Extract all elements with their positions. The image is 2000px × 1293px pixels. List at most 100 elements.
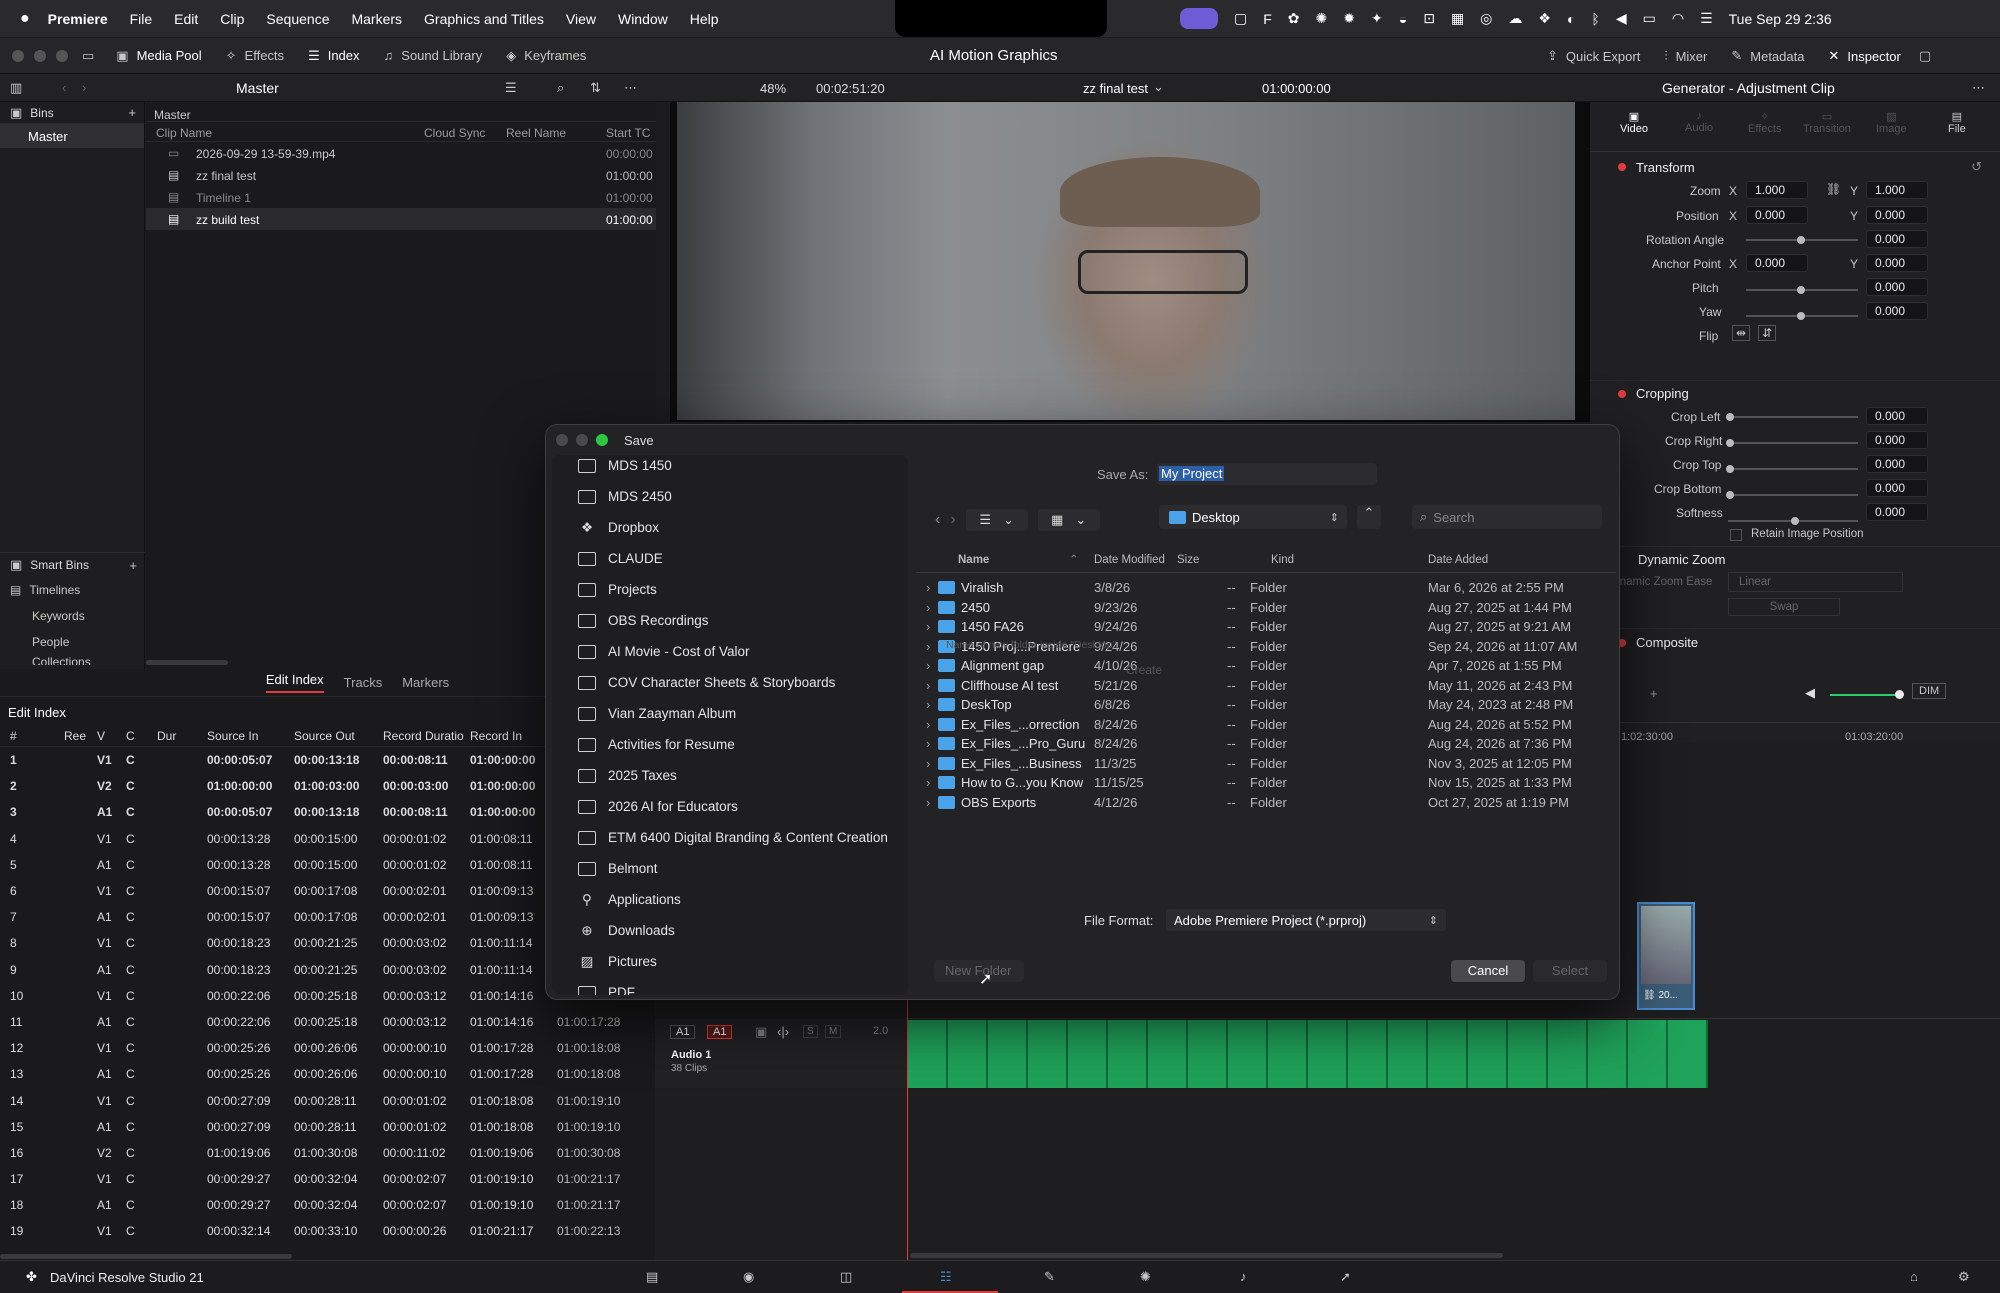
clip-row-selected[interactable]: ▤ zz build test 01:00:00	[146, 208, 656, 230]
bin-master[interactable]: Master	[0, 124, 144, 148]
crop-top-slider[interactable]	[1726, 465, 1858, 473]
page-timeline-active[interactable]: ☷	[902, 1261, 998, 1293]
file-row[interactable]: › Ex_Files_...Business 11/3/25 -- Folder Nov …	[916, 754, 1616, 774]
edit-index-scrollbar[interactable]	[0, 1254, 292, 1259]
edit-index-row[interactable]: 15 A1 C 00:00:27:09 00:00:28:11 00:00:01:02 01…	[0, 1114, 655, 1140]
crop-left-knob[interactable]	[1726, 413, 1734, 421]
col-start-tc[interactable]: Start TC	[606, 126, 650, 140]
file-row[interactable]: › OBS Exports 4/12/26 -- Folder Oct 27, 2025 …	[916, 793, 1616, 813]
sidebar-item[interactable]: AI Movie - Cost of Valor	[552, 636, 908, 667]
menubar-clock[interactable]: Tue Sep 29 2:36	[1729, 11, 1832, 27]
menu-file[interactable]: File	[130, 11, 153, 27]
video-clip-thumb[interactable]: ⛓ 20...	[1637, 902, 1695, 1010]
crop-bottom-knob[interactable]	[1726, 491, 1734, 499]
menubar-extra-icon-2[interactable]: F	[1263, 11, 1272, 27]
toolbar-expand-icon[interactable]: ▢	[1919, 48, 1931, 64]
menubar-extra-icon-12[interactable]: ◐	[1567, 11, 1575, 27]
location-popup[interactable]: Desktop ⇕	[1159, 505, 1347, 529]
crop-right-knob[interactable]	[1726, 439, 1734, 447]
col-cloud-sync[interactable]: Cloud Sync	[424, 126, 485, 140]
menu-help[interactable]: Help	[690, 11, 719, 27]
volume-icon[interactable]: ◀	[1616, 10, 1627, 27]
swap-button[interactable]: Swap	[1728, 598, 1840, 616]
screen-share-icon[interactable]	[1180, 8, 1218, 29]
clip-row[interactable]: ▤ Timeline 1 01:00:00	[146, 186, 656, 208]
collapse-icon[interactable]: ⌃	[1357, 505, 1381, 529]
track-sync-icon[interactable]: ‹|›	[777, 1024, 789, 1039]
yaw-field[interactable]: 0.000	[1866, 302, 1928, 320]
anchor-y-field[interactable]: 0.000	[1866, 254, 1928, 272]
edit-index-row[interactable]: 18 A1 C 00:00:29:27 00:00:32:04 00:00:02:07 01…	[0, 1192, 655, 1218]
crop-top-knob[interactable]	[1726, 465, 1734, 473]
solo-button[interactable]: S	[803, 1025, 818, 1038]
sidebar-item[interactable]: PDF	[552, 977, 908, 995]
disclosure-chevron-icon[interactable]: ›	[926, 736, 930, 751]
search-icon[interactable]: ⌕	[557, 80, 564, 96]
rotation-field[interactable]: 0.000	[1866, 230, 1928, 248]
crop-right-field[interactable]: 0.000	[1866, 431, 1928, 449]
pitch-slider[interactable]	[1746, 286, 1858, 294]
menubar-extra-icon-8[interactable]: ⊡	[1423, 10, 1435, 27]
clip-row[interactable]: ▤ zz final test 01:00:00	[146, 164, 656, 186]
nav-forward-icon[interactable]: ›	[82, 80, 86, 95]
disclosure-chevron-icon[interactable]: ›	[926, 775, 930, 790]
crop-right-slider[interactable]	[1726, 439, 1858, 447]
disclosure-chevron-icon[interactable]: ›	[926, 697, 930, 712]
disclosure-chevron-icon[interactable]: ›	[926, 678, 930, 693]
zoom-x-field[interactable]: 1.000	[1746, 181, 1808, 199]
audio-clip-strip[interactable]	[908, 1020, 1708, 1088]
smart-bin-people[interactable]: People	[0, 629, 145, 655]
nav-back-icon[interactable]: ‹	[62, 80, 66, 95]
metadata-button[interactable]: ✎ Metadata	[1719, 38, 1816, 74]
settings-icon[interactable]: ⚙	[1958, 1269, 1970, 1285]
dialog-min-icon[interactable]	[576, 434, 588, 446]
edit-index-row[interactable]: 13 A1 C 00:00:25:26 00:00:26:06 00:00:00:10 01…	[0, 1061, 655, 1087]
track-a1-target[interactable]: A1	[707, 1025, 733, 1039]
media-pool-button[interactable]: ▣ Media Pool	[104, 38, 213, 74]
smart-bin-keywords[interactable]: Keywords	[0, 603, 145, 629]
sidebar-item[interactable]: ▨ Pictures	[552, 946, 908, 977]
sidebar-item[interactable]: Projects	[552, 574, 908, 605]
col-kind[interactable]: Kind	[1271, 554, 1294, 566]
volume-icon[interactable]: ◀	[1805, 685, 1815, 701]
page-color-icon[interactable]: ✺	[1140, 1269, 1151, 1285]
yaw-slider[interactable]	[1746, 312, 1858, 320]
inspector-button[interactable]: ✕ Inspector	[1816, 38, 1912, 74]
inspector-tab-file[interactable]: ▤ File	[1948, 110, 1966, 135]
col-source-out[interactable]: Source Out	[294, 729, 355, 743]
col-date-modified[interactable]: Date Modified	[1094, 554, 1165, 566]
track-a1-badge[interactable]: A1	[670, 1025, 696, 1039]
list-view-icon[interactable]: ☰	[505, 80, 517, 96]
inspector-more-icon[interactable]: ⋯	[1972, 80, 1985, 96]
disclosure-chevron-icon[interactable]: ›	[926, 639, 930, 654]
crop-top-field[interactable]: 0.000	[1866, 455, 1928, 473]
flip-vertical-icon[interactable]: ⇵	[1758, 325, 1777, 341]
sidebar-item[interactable]: ❖ Dropbox	[552, 512, 908, 543]
edit-index-row[interactable]: 16 V2 C 01:00:19:06 01:00:30:08 00:00:11:02 01…	[0, 1140, 655, 1166]
col-clip-name[interactable]: Clip Name	[156, 126, 212, 140]
col-record-duration[interactable]: Record Duratio	[383, 729, 464, 743]
menu-markers[interactable]: Markers	[351, 11, 402, 27]
file-row[interactable]: › Cliffhouse AI test 5/21/26 -- Folder May 11…	[916, 676, 1616, 696]
page-edit-icon[interactable]: ◫	[840, 1269, 852, 1285]
more-icon[interactable]: ⋯	[624, 80, 637, 96]
disclosure-chevron-icon[interactable]: ›	[926, 756, 930, 771]
edit-index-row[interactable]: 12 V1 C 00:00:25:26 00:00:26:06 00:00:00:10 01…	[0, 1035, 655, 1061]
dialog-close-icon[interactable]	[556, 434, 568, 446]
add-smart-bin-icon[interactable]: +	[129, 558, 137, 573]
sidebar-item[interactable]: CLAUDE	[552, 543, 908, 574]
menu-sequence[interactable]: Sequence	[266, 11, 329, 27]
tab-markers[interactable]: Markers	[402, 675, 449, 690]
sidebar-item[interactable]: ⚲ Applications	[552, 884, 908, 915]
col-reel[interactable]: Ree	[64, 729, 86, 743]
file-row[interactable]: › Alignment gap 4/10/26 -- Folder Apr 7, 2026…	[916, 656, 1616, 676]
col-size[interactable]: Size	[1177, 554, 1199, 566]
sidebar-item[interactable]: COV Character Sheets & Storyboards	[552, 667, 908, 698]
tab-tracks[interactable]: Tracks	[344, 675, 383, 690]
quick-export-button[interactable]: ⇪ Quick Export	[1535, 38, 1652, 74]
monitor-volume-knob[interactable]	[1895, 690, 1904, 699]
index-button[interactable]: ☰ Index	[296, 38, 371, 74]
viewer-zoom[interactable]: 48%	[760, 81, 786, 96]
col-v[interactable]: V	[97, 729, 105, 743]
smart-bin-timelines[interactable]: ▤ Timelines	[0, 577, 145, 603]
